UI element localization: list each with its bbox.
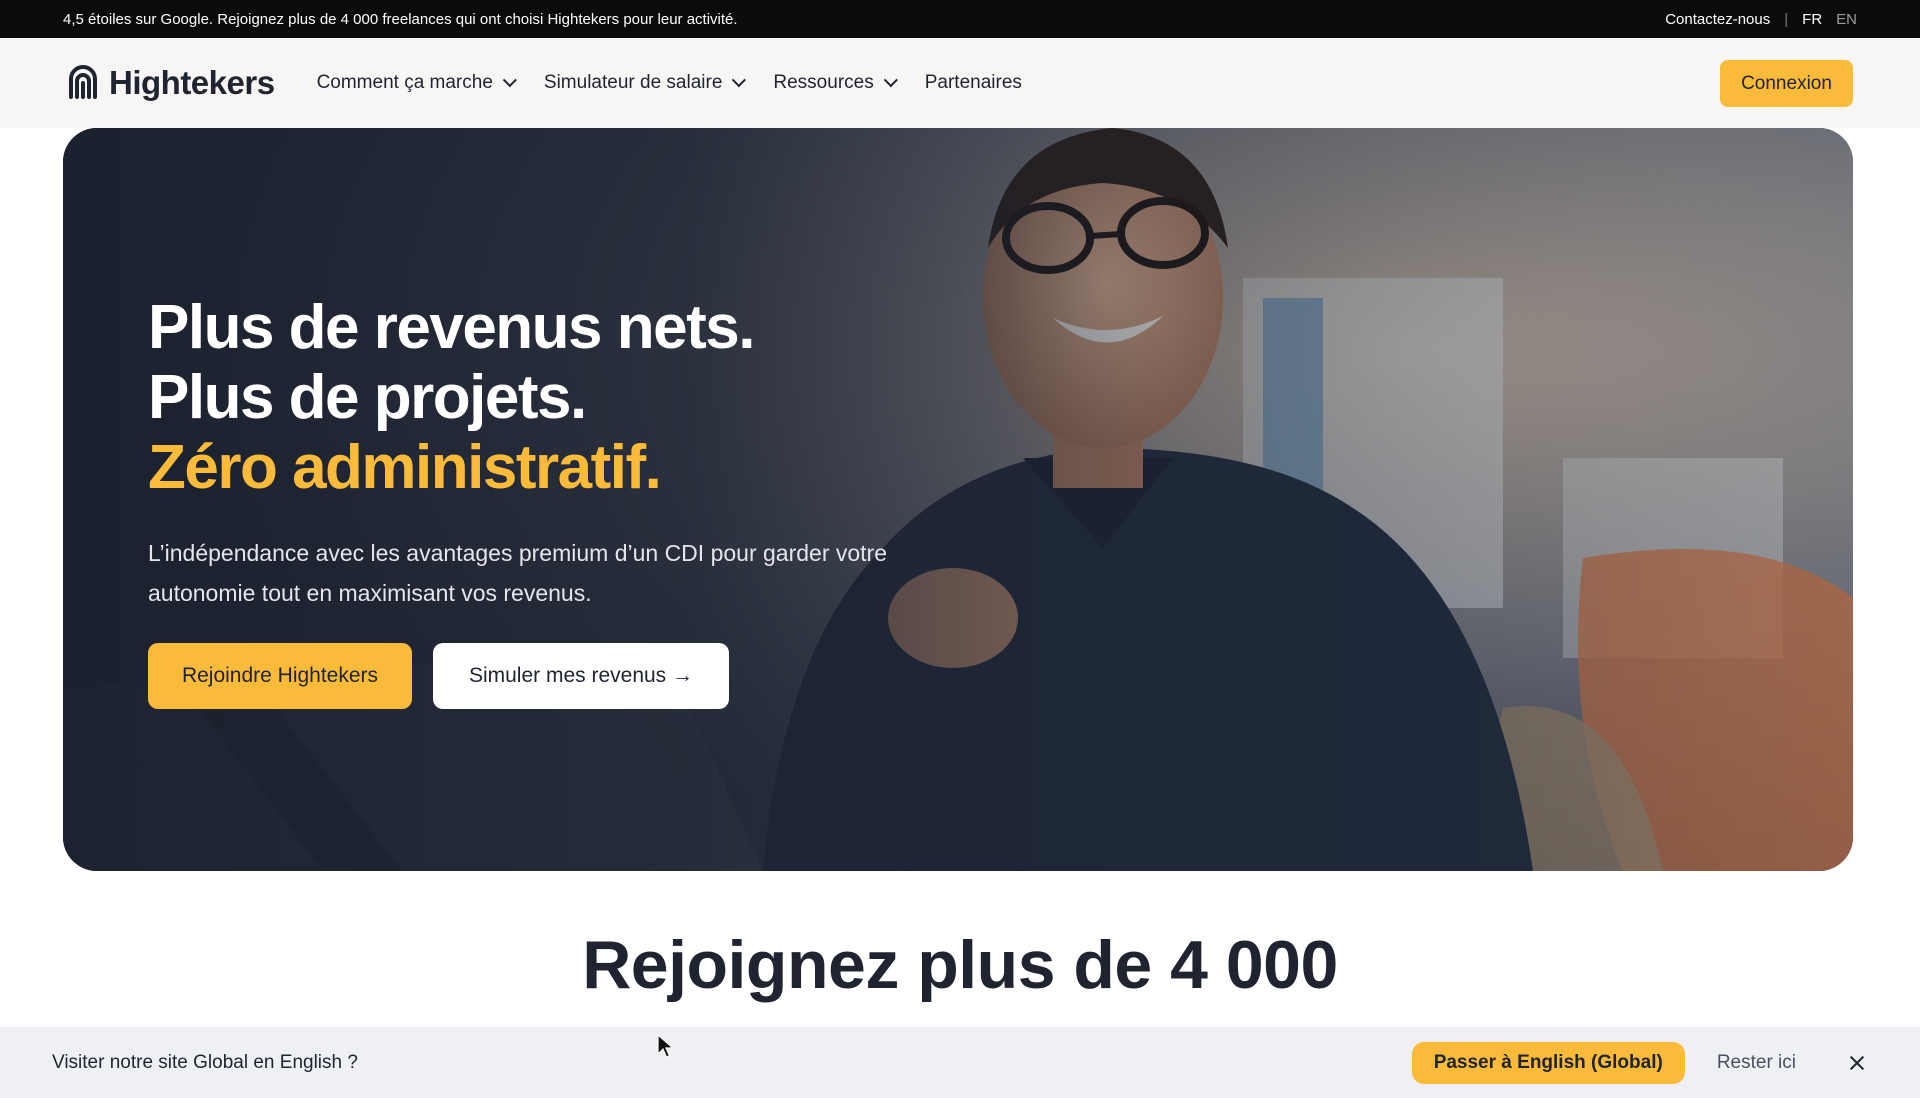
stay-here-button[interactable]: Rester ici <box>1717 1052 1796 1074</box>
nav-item-label: Comment ça marche <box>316 72 493 93</box>
hero-title-line-1: Plus de revenus nets. <box>148 293 755 362</box>
topbar-separator: | <box>1784 10 1789 28</box>
hero-subtitle: L’indépendance avec les avantages premiu… <box>148 540 887 606</box>
hero-title: Plus de revenus nets. Plus de projets. Z… <box>148 293 888 503</box>
nav-item-label: Partenaires <box>924 72 1022 93</box>
logo-text: Hightekers <box>109 64 275 101</box>
hero-buttons: Rejoindre Hightekers Simuler mes revenus… <box>148 643 888 709</box>
banner-actions: Passer à English (Global) Rester ici <box>1411 1041 1868 1084</box>
chevron-down-icon <box>502 73 517 88</box>
nav-item-partenaires[interactable]: Partenaires <box>925 72 1022 94</box>
hero-content: Plus de revenus nets. Plus de projets. Z… <box>148 293 888 709</box>
join-button[interactable]: Rejoindre Hightekers <box>148 643 412 709</box>
nav-item-simulateur[interactable]: Simulateur de salaire <box>543 72 747 94</box>
mouse-cursor-icon <box>657 1034 675 1058</box>
logo[interactable]: Hightekers <box>63 63 275 103</box>
main-nav: Comment ça marche Simulateur de salaire … <box>317 72 1022 94</box>
language-banner: Visiter notre site Global en English ? P… <box>0 1027 1920 1098</box>
contact-link[interactable]: Contactez-nous <box>1665 11 1770 28</box>
announcement-text: 4,5 étoiles sur Google. Rejoignez plus d… <box>63 10 738 28</box>
site-header: Hightekers Comment ça marche Simulateur … <box>0 38 1920 128</box>
close-icon[interactable] <box>1846 1052 1868 1074</box>
nav-item-ressources[interactable]: Ressources <box>773 72 898 94</box>
language-en-link[interactable]: EN <box>1836 11 1857 28</box>
chevron-down-icon <box>883 73 898 88</box>
login-button[interactable]: Connexion <box>1720 60 1853 107</box>
language-fr-link[interactable]: FR <box>1802 11 1822 28</box>
logo-mark-icon <box>69 65 97 99</box>
section-title: Rejoignez plus de 4 000 <box>582 927 1338 1003</box>
hero-title-line-2: Plus de projets. <box>148 363 587 432</box>
banner-text: Visiter notre site Global en English ? <box>52 1051 358 1073</box>
announcement-bar: 4,5 étoiles sur Google. Rejoignez plus d… <box>0 0 1920 38</box>
nav-item-comment-ca-marche[interactable]: Comment ça marche <box>316 72 517 94</box>
nav-item-label: Simulateur de salaire <box>543 72 723 93</box>
topbar-links: Contactez-nous | FR EN <box>1665 11 1857 28</box>
hero-title-line-3: Zéro administratif. <box>148 433 662 502</box>
hero-section: Plus de revenus nets. Plus de projets. Z… <box>63 128 1853 871</box>
switch-english-button[interactable]: Passer à English (Global) <box>1411 1041 1685 1084</box>
simulate-revenue-button[interactable]: Simuler mes revenus → <box>433 643 729 709</box>
nav-item-label: Ressources <box>773 72 874 93</box>
chevron-down-icon <box>732 73 747 88</box>
